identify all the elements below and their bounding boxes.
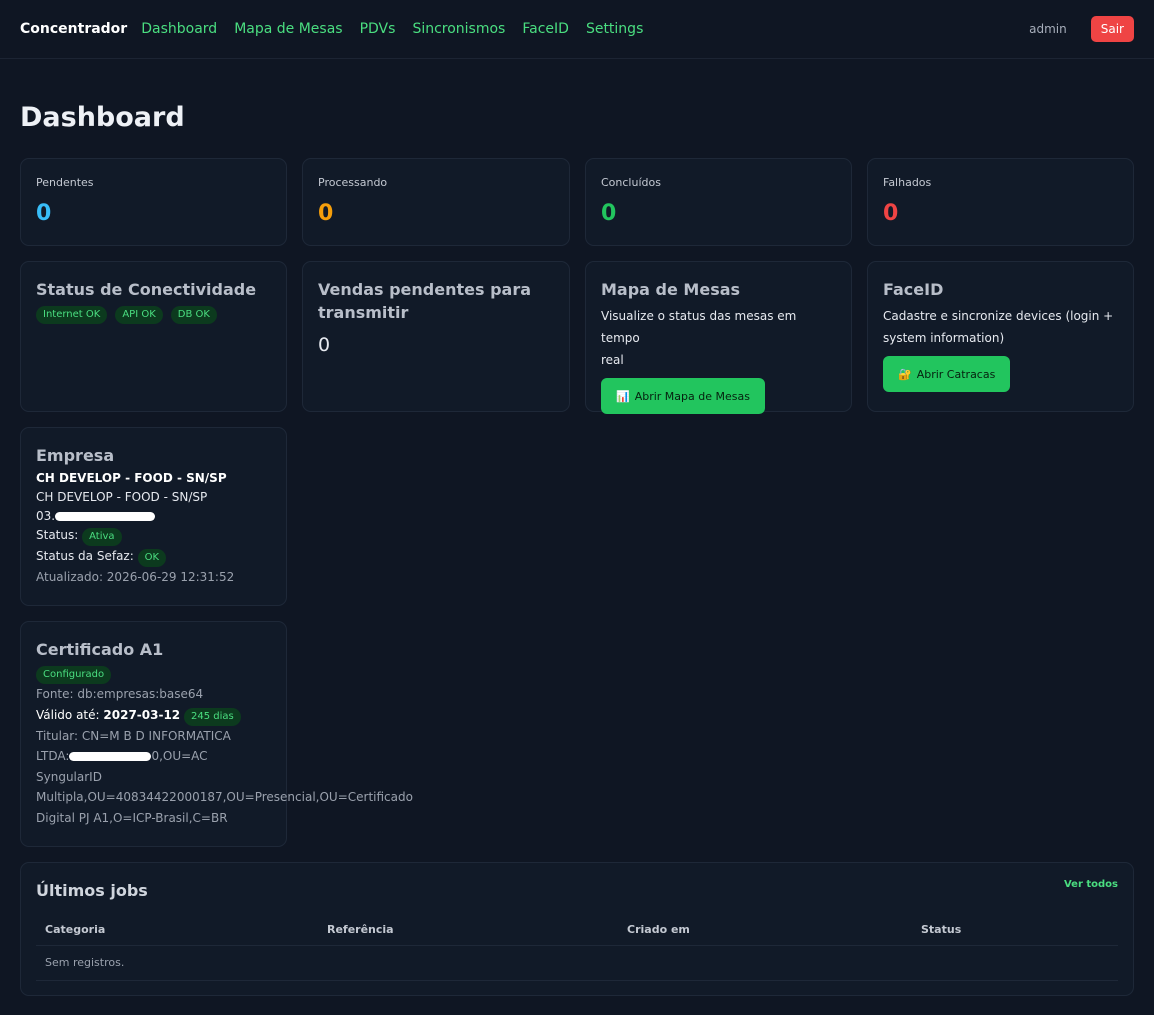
certificate-card: Certificado A1 Configurado Fonte: db:emp… <box>20 621 413 847</box>
stat-card-concluidos: Concluídos 0 <box>585 158 852 246</box>
sefaz-status-row: Status da Sefaz: OK <box>36 547 271 567</box>
nav-link-settings[interactable]: Settings <box>586 21 643 37</box>
brand-logo[interactable]: Concentrador <box>20 21 127 37</box>
certificate-source: Fonte: db:empresas:base64 <box>36 687 204 701</box>
view-all-link[interactable]: Ver todos <box>1064 879 1118 890</box>
card-description: Visualize o status das mesas em tempo re… <box>601 305 836 371</box>
company-status-badge: Ativa <box>82 528 122 546</box>
card-title: Status de Conectividade <box>36 280 257 299</box>
company-status-row: Status: Ativa <box>36 526 271 546</box>
button-label: Abrir Mapa de Mesas <box>634 389 750 403</box>
stat-value: 0 <box>36 201 52 226</box>
column-header-categoria[interactable]: Categoria <box>36 915 318 946</box>
top-navbar: Concentrador Dashboard Mapa de Mesas PDV… <box>0 0 1154 59</box>
days-remaining-badge: 245 dias <box>183 707 241 726</box>
company-cnpj: 03. <box>36 507 271 526</box>
open-tables-map-button[interactable]: 📊 Abrir Mapa de Mesas <box>601 378 765 414</box>
card-description: Cadastre e sincronize devices (login + s… <box>883 305 1118 349</box>
description-line1: Cadastre e sincronize devices (login + <box>883 309 1114 323</box>
stat-value: 0 <box>318 201 334 226</box>
column-header-referencia[interactable]: Referência <box>318 915 618 946</box>
certificate-holder-line1: Titular: CN=M B D INFORMATICA <box>36 728 231 743</box>
tables-map-card: Mapa de Mesas Visualize o status das mes… <box>585 261 852 414</box>
certificate-status-row: Configurado <box>36 663 271 684</box>
nav-link-pdvs[interactable]: PDVs <box>360 21 396 37</box>
connectivity-badges: Internet OK API OK DB OK <box>36 306 271 324</box>
certificate-holder-line5: Digital PJ A1,O=ICP-Brasil,C=BR <box>36 810 228 825</box>
cnpj-prefix: 03. <box>36 509 56 523</box>
nav-link-mapa-de-mesas[interactable]: Mapa de Mesas <box>234 21 342 37</box>
internet-status-badge: Internet OK <box>36 306 108 324</box>
stat-label: Concluídos <box>601 176 661 189</box>
description-line1: Visualize o status das mesas em tempo <box>601 309 797 345</box>
status-label: Status: <box>36 528 79 542</box>
redaction-mark <box>55 512 156 521</box>
empty-table-message: Sem registros. <box>36 945 1118 981</box>
connectivity-card: Status de Conectividade Internet OK API … <box>20 261 287 412</box>
logout-button[interactable]: Sair <box>1090 16 1134 42</box>
stat-value: 0 <box>601 201 617 226</box>
db-status-badge: DB OK <box>170 306 217 324</box>
description-line2: real <box>601 353 624 367</box>
valid-until-label: Válido até: <box>36 707 100 722</box>
column-header-criado-em[interactable]: Criado em <box>618 915 912 946</box>
card-title: Mapa de Mesas <box>601 280 741 299</box>
stat-label: Falhados <box>883 176 932 189</box>
company-updated-at: Atualizado: 2026-06-29 12:31:52 <box>36 570 235 584</box>
certificate-status-badge: Configurado <box>36 666 112 684</box>
card-title-line2: transmitir <box>318 303 409 322</box>
page-title: Dashboard <box>20 102 185 133</box>
button-label: Abrir Catracas <box>916 367 996 381</box>
open-turnstiles-button[interactable]: 🔐 Abrir Catracas <box>883 356 1011 392</box>
nav-right: admin Sair <box>1029 16 1134 42</box>
lock-icon: 🔐 <box>898 367 912 381</box>
pending-sales-value: 0 <box>318 334 331 356</box>
card-title: Últimos jobs <box>36 881 148 900</box>
stat-value: 0 <box>883 201 899 226</box>
stat-label: Pendentes <box>36 176 94 189</box>
certificate-details: Configurado Fonte: db:empresas:base64 Vá… <box>36 663 413 828</box>
redaction-mark <box>69 752 152 761</box>
description-line2: system information) <box>883 331 1005 345</box>
sefaz-label: Status da Sefaz: <box>36 549 134 563</box>
jobs-table: Categoria Referência Criado em Status Se… <box>36 915 1118 981</box>
holder-line2-start: LTDA: <box>36 749 70 763</box>
stat-card-pendentes: Pendentes 0 <box>20 158 287 246</box>
stat-card-processando: Processando 0 <box>302 158 570 246</box>
nav-link-sincronismos[interactable]: Sincronismos <box>412 21 505 37</box>
certificate-holder-line3: SyngularID <box>36 769 102 784</box>
column-header-status[interactable]: Status <box>912 915 1118 946</box>
bar-chart-icon: 📊 <box>616 389 630 403</box>
valid-until-date: 2027-03-12 <box>103 707 181 722</box>
stat-card-falhados: Falhados 0 <box>867 158 1134 246</box>
company-name-bold: CH DEVELOP - FOOD - SN/SP <box>36 471 227 485</box>
stat-label: Processando <box>318 176 388 189</box>
api-status-badge: API OK <box>115 306 163 324</box>
last-jobs-card: Últimos jobs Ver todos Categoria Referên… <box>20 862 1134 996</box>
user-name: admin <box>1029 22 1067 36</box>
card-title: FaceID <box>883 280 944 299</box>
company-name: CH DEVELOP - FOOD - SN/SP <box>36 490 208 504</box>
nav-link-dashboard[interactable]: Dashboard <box>141 21 217 37</box>
table-header-row: Categoria Referência Criado em Status <box>36 915 1118 946</box>
certificate-holder-line4: Multipla,OU=40834422000187,OU=Presencial… <box>36 790 413 804</box>
certificate-validity-row: Válido até: 2027-03-12 245 dias <box>36 705 271 726</box>
card-title: Certificado A1 <box>36 640 164 659</box>
company-details: CH DEVELOP - FOOD - SN/SP CH DEVELOP - F… <box>36 469 271 587</box>
table-row: Sem registros. <box>36 945 1118 981</box>
certificate-holder-line2: LTDA: 0,OU=AC <box>36 746 271 767</box>
faceid-card: FaceID Cadastre e sincronize devices (lo… <box>867 261 1134 412</box>
card-title-line1: Vendas pendentes para <box>318 280 532 299</box>
holder-line2-end: 0,OU=AC <box>151 749 208 763</box>
pending-sales-card: Vendas pendentes para transmitir 0 <box>302 261 570 412</box>
company-card: Empresa CH DEVELOP - FOOD - SN/SP CH DEV… <box>20 427 287 606</box>
card-title: Empresa <box>36 446 115 465</box>
nav-link-faceid[interactable]: FaceID <box>522 21 569 37</box>
sefaz-status-badge: OK <box>137 549 167 567</box>
